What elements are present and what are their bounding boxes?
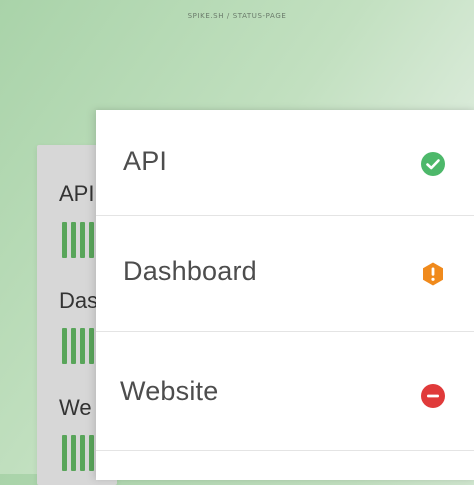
uptime-bar: [80, 328, 85, 364]
uptime-bar: [62, 435, 67, 471]
service-name: Dashboard: [123, 256, 257, 286]
uptime-bar: [71, 435, 76, 471]
uptime-bar: [71, 328, 76, 364]
exclamation-hexagon-icon: [423, 262, 443, 286]
service-row-dashboard[interactable]: Dashboard: [96, 216, 474, 332]
uptime-bar: [80, 435, 85, 471]
uptime-bar: [80, 222, 85, 258]
uptime-bar: [89, 222, 94, 258]
back-item-website: We: [59, 395, 92, 420]
service-name: Website: [120, 376, 219, 406]
service-name: API: [123, 146, 168, 176]
service-status-card: API Dashboard Website: [96, 110, 474, 480]
back-item-dashboard: Das: [59, 288, 99, 313]
back-item-api: API: [59, 181, 95, 206]
check-circle-icon: [421, 152, 445, 176]
uptime-bar: [62, 328, 67, 364]
uptime-bar: [62, 222, 67, 258]
uptime-bar: [71, 222, 76, 258]
service-row-api[interactable]: API: [96, 110, 474, 216]
uptime-bar: [89, 435, 94, 471]
brand-label: SPIKE.SH / STATUS-PAGE: [187, 12, 287, 20]
service-row-website[interactable]: Website: [96, 332, 474, 451]
minus-circle-icon: [421, 384, 445, 408]
uptime-bar: [89, 328, 94, 364]
